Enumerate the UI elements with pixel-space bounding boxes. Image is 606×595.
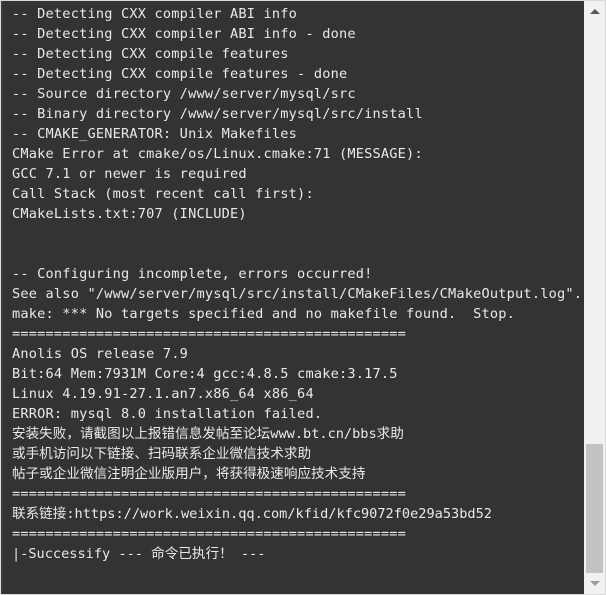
console-line: -- Configuring incomplete, errors occurr… bbox=[12, 266, 373, 282]
chevron-up-icon bbox=[589, 9, 600, 14]
console-line: |-Successify --- 命令已执行！ --- bbox=[12, 546, 266, 562]
console-line: Bit:64 Mem:7931M Core:4 gcc:4.8.5 cmake:… bbox=[12, 366, 398, 382]
console-line: 或手机访问以下链接、扫码联系企业微信技术求助 bbox=[12, 446, 312, 462]
console-line: 帖子或企业微信注明企业版用户，将获得极速响应技术支持 bbox=[12, 466, 366, 482]
vertical-scrollbar[interactable] bbox=[584, 1, 605, 594]
console-line: ========================================… bbox=[12, 486, 407, 502]
scrollbar-thumb[interactable] bbox=[586, 444, 603, 573]
console-line: CMakeLists.txt:707 (INCLUDE) bbox=[12, 206, 247, 222]
console-line: -- Detecting CXX compiler ABI info bbox=[12, 6, 298, 22]
console-line: -- CMAKE_GENERATOR: Unix Makefiles bbox=[12, 126, 298, 142]
scrollbar-track[interactable] bbox=[584, 22, 605, 573]
console-line: 联系链接:https://work.weixin.qq.com/kfid/kfc… bbox=[12, 506, 492, 522]
console-line: 安装失败，请截图以上报错信息发帖至论坛www.bt.cn/bbs求助 bbox=[12, 426, 404, 442]
console-line: Linux 4.19.91-27.1.an7.x86_64 x86_64 bbox=[12, 386, 314, 402]
console-line: -- Detecting CXX compiler ABI info - don… bbox=[12, 26, 356, 42]
console-line: make: *** No targets specified and no ma… bbox=[12, 306, 516, 322]
console-line: ERROR: mysql 8.0 installation failed. bbox=[12, 406, 323, 422]
console-line: CMake Error at cmake/os/Linux.cmake:71 (… bbox=[12, 146, 423, 162]
console-line: ========================================… bbox=[12, 526, 407, 542]
console-line: -- Binary directory /www/server/mysql/sr… bbox=[12, 106, 423, 122]
console-output[interactable]: -- Detecting CXX compiler ABI info -- Det… bbox=[1, 1, 584, 594]
console-line: GCC 7.1 or newer is required bbox=[12, 166, 247, 182]
console-line: Anolis OS release 7.9 bbox=[12, 346, 189, 362]
chevron-down-icon bbox=[589, 581, 600, 586]
console-line: -- Detecting CXX compile features bbox=[12, 46, 289, 62]
console-line: Call Stack (most recent call first): bbox=[12, 186, 314, 202]
console-line: ========================================… bbox=[12, 326, 407, 342]
scroll-up-button[interactable] bbox=[584, 1, 605, 22]
scroll-down-button[interactable] bbox=[584, 573, 605, 594]
console-line: -- Detecting CXX compile features - done bbox=[12, 66, 348, 82]
console-line: See also "/www/server/mysql/src/install/… bbox=[12, 286, 583, 302]
console-line: -- Source directory /www/server/mysql/sr… bbox=[12, 86, 356, 102]
terminal-window: -- Detecting CXX compiler ABI info -- Det… bbox=[0, 0, 606, 595]
